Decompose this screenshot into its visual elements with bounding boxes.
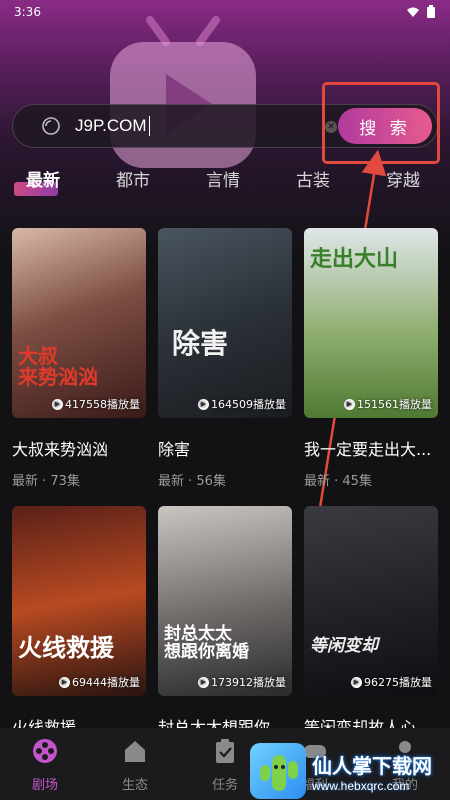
drama-poster: 除害 ▶ 164509播放量 bbox=[158, 228, 292, 418]
poster-title: 封总太太 想跟你离婚 bbox=[164, 624, 249, 663]
nav-theater[interactable]: 剧场 bbox=[20, 738, 70, 793]
cactus-logo-icon bbox=[250, 743, 306, 799]
view-count: ▶ 164509播放量 bbox=[198, 396, 286, 412]
home-icon bbox=[125, 741, 145, 762]
drama-poster: 火线救援 ▶ 69444播放量 bbox=[12, 506, 146, 696]
drama-poster: 大叔 来势汹汹 ▶ 417558播放量 bbox=[12, 228, 146, 418]
site-watermark: 仙人掌下载网 www.hebxqrc.com bbox=[250, 742, 450, 800]
play-icon: ▶ bbox=[198, 398, 209, 410]
tab-time-travel[interactable]: 穿越 bbox=[386, 166, 420, 191]
search-icon bbox=[42, 117, 60, 135]
nav-label: 任务 bbox=[211, 778, 238, 793]
drama-card[interactable]: 封总太太 想跟你离婚 ▶173912播放量 封总太太想跟你... bbox=[158, 506, 292, 738]
drama-card[interactable]: 等闲变却 ▶96275播放量 等闲变却故人心 bbox=[304, 506, 438, 738]
category-tabs: 最新 都市 言情 古装 穿越 bbox=[0, 166, 450, 196]
view-count-text: 173912播放量 bbox=[211, 676, 286, 689]
battery-icon bbox=[427, 5, 435, 18]
text-caret bbox=[148, 116, 150, 136]
drama-title: 大叔来势汹汹 bbox=[12, 440, 109, 459]
poster-title: 火线救援 bbox=[18, 632, 114, 662]
search-input[interactable]: J9P.COM bbox=[75, 116, 147, 136]
drama-meta: 最新 · 45集 bbox=[304, 474, 372, 489]
drama-poster: 走出大山 ▶ 151561播放量 bbox=[304, 228, 438, 418]
poster-title: 等闲变却 bbox=[310, 636, 378, 657]
tab-romance[interactable]: 言情 bbox=[206, 166, 240, 191]
tab-costume[interactable]: 古装 bbox=[296, 166, 330, 191]
view-count: ▶ 173912播放量 bbox=[198, 674, 286, 690]
highlight-annotation bbox=[322, 82, 440, 164]
drama-card[interactable]: 火线救援 ▶69444播放量 火线救援 bbox=[12, 506, 146, 738]
play-icon: ▶ bbox=[344, 398, 355, 410]
drama-title: 除害 bbox=[158, 440, 191, 459]
view-count: ▶ 151561播放量 bbox=[344, 396, 432, 412]
play-icon: ▶ bbox=[198, 676, 209, 688]
drama-poster: 等闲变却 ▶ 96275播放量 bbox=[304, 506, 438, 696]
poster-title: 除害 bbox=[172, 326, 229, 360]
cactus-icon bbox=[260, 755, 298, 791]
drama-poster: 封总太太 想跟你离婚 ▶ 173912播放量 bbox=[158, 506, 292, 696]
drama-title: 我一定要走出大... bbox=[304, 440, 432, 459]
status-icons bbox=[406, 5, 436, 19]
tab-urban[interactable]: 都市 bbox=[116, 166, 150, 191]
nav-ecosystem[interactable]: 生态 bbox=[110, 738, 160, 793]
wifi-icon bbox=[407, 7, 419, 17]
watermark-url: www.hebxqrc.com bbox=[312, 778, 410, 793]
view-count-text: 164509播放量 bbox=[211, 398, 286, 411]
drama-card[interactable]: 除害 ▶ 164509播放量 除害 最新 · 56集 bbox=[158, 228, 292, 489]
nav-label: 生态 bbox=[121, 778, 148, 793]
view-count-text: 69444播放量 bbox=[72, 676, 140, 689]
status-time: 3:36 bbox=[14, 5, 41, 19]
view-count: ▶ 69444播放量 bbox=[59, 674, 140, 690]
view-count-text: 96275播放量 bbox=[364, 676, 432, 689]
drama-meta: 最新 · 73集 bbox=[12, 474, 80, 489]
poster-title: 大叔 来势汹汹 bbox=[18, 344, 98, 389]
drama-card[interactable]: 走出大山 ▶ 151561播放量 我一定要走出大... 最新 · 45集 bbox=[304, 228, 438, 489]
view-count: ▶ 96275播放量 bbox=[351, 674, 432, 690]
tab-latest[interactable]: 最新 bbox=[26, 166, 60, 191]
poster-title: 走出大山 bbox=[310, 246, 399, 272]
play-icon: ▶ bbox=[59, 676, 70, 688]
view-count-text: 417558播放量 bbox=[65, 398, 140, 411]
play-icon: ▶ bbox=[52, 398, 63, 410]
drama-meta: 最新 · 56集 bbox=[158, 474, 226, 489]
view-count: ▶ 417558播放量 bbox=[52, 396, 140, 412]
nav-tasks[interactable]: 任务 bbox=[200, 738, 250, 793]
view-count-text: 151561播放量 bbox=[357, 398, 432, 411]
tv-logo-icon bbox=[110, 16, 256, 168]
film-reel-icon bbox=[33, 739, 57, 763]
clipboard-icon bbox=[216, 739, 234, 763]
drama-card[interactable]: 大叔 来势汹汹 ▶ 417558播放量 大叔来势汹汹 最新 · 73集 bbox=[12, 228, 146, 489]
nav-label: 剧场 bbox=[31, 778, 58, 793]
play-icon: ▶ bbox=[351, 676, 362, 688]
watermark-title: 仙人掌下载网 bbox=[312, 753, 432, 778]
